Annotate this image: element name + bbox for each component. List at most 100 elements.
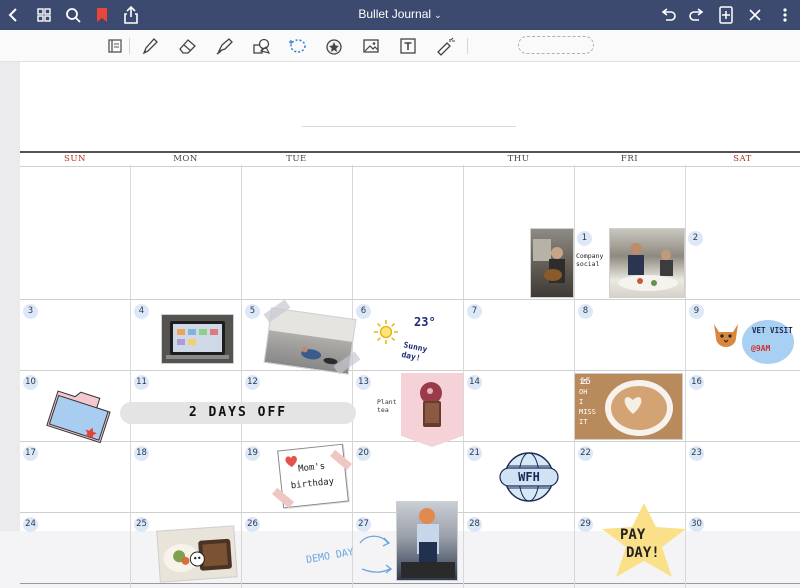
latte-note-line: IT bbox=[579, 418, 588, 426]
day-number: 5 bbox=[245, 304, 260, 319]
day-number: 11 bbox=[134, 375, 149, 390]
day-number: 26 bbox=[245, 517, 260, 532]
day-header-sun: SUN bbox=[64, 154, 86, 164]
latte-note-line: MISS bbox=[579, 408, 596, 416]
wfh-globe-sticker[interactable]: WFH bbox=[498, 451, 560, 503]
day-number: 8 bbox=[578, 304, 593, 319]
grid-line bbox=[20, 583, 800, 584]
drawing-toolbar bbox=[0, 30, 800, 62]
day-number: 24 bbox=[23, 517, 38, 532]
sun-icon[interactable] bbox=[373, 319, 399, 345]
day-number: 17 bbox=[23, 446, 38, 461]
grid-line bbox=[352, 165, 353, 588]
latte-note-line: I bbox=[579, 398, 584, 406]
grid-line bbox=[130, 165, 131, 588]
demo-day-photo-sticker[interactable] bbox=[396, 501, 458, 581]
pay-day-star-sticker[interactable]: PAY DAY! bbox=[596, 501, 692, 581]
document-title[interactable]: Bullet Journal ⌄ bbox=[340, 7, 460, 21]
day-header-sat: SAT bbox=[733, 154, 752, 164]
photo-sticker[interactable] bbox=[609, 228, 685, 298]
page-margin bbox=[0, 62, 20, 531]
vet-time-label: @9AM bbox=[751, 344, 771, 353]
grid-line bbox=[20, 370, 800, 371]
highlighter-icon[interactable] bbox=[213, 36, 235, 56]
pay-day-line: DAY! bbox=[626, 545, 660, 561]
day-number: 10 bbox=[23, 375, 38, 390]
document-title-text: Bullet Journal bbox=[358, 7, 432, 21]
photo-sticker[interactable] bbox=[530, 228, 574, 298]
arrow-doodle bbox=[359, 535, 393, 574]
days-off-banner[interactable]: 2 DAYS OFF bbox=[120, 402, 356, 424]
elements-icon[interactable] bbox=[323, 36, 345, 56]
day-number: 14 bbox=[467, 375, 482, 390]
day-number: 25 bbox=[134, 517, 149, 532]
grid-line bbox=[20, 441, 800, 442]
grid-line bbox=[463, 165, 464, 588]
day-number: 1 bbox=[577, 231, 592, 246]
food-photo-sticker[interactable] bbox=[156, 525, 238, 583]
day-number: 4 bbox=[134, 304, 149, 319]
pay-day-line: PAY bbox=[620, 527, 646, 543]
lasso-icon[interactable] bbox=[286, 36, 308, 56]
page-layout-icon[interactable] bbox=[104, 36, 126, 56]
day-header-mon: MON bbox=[173, 154, 198, 164]
day-number: 20 bbox=[356, 446, 371, 461]
moms-birthday-line: Mom's bbox=[297, 461, 326, 475]
search-icon[interactable] bbox=[64, 5, 82, 25]
notebook-page[interactable]: SUN MON TUE THU FRI SAT 1 2 3 4 5 6 7 8 … bbox=[20, 62, 800, 588]
day-number: 16 bbox=[689, 375, 704, 390]
pen-icon[interactable] bbox=[139, 36, 161, 56]
sunny-day-note[interactable]: Sunny day! bbox=[400, 340, 451, 370]
cat-sticker[interactable] bbox=[710, 318, 742, 348]
add-page-icon[interactable] bbox=[717, 5, 735, 25]
demo-day-note[interactable]: DEMO DAY bbox=[305, 547, 354, 566]
grid-icon[interactable] bbox=[35, 5, 53, 25]
undo-icon[interactable] bbox=[658, 5, 678, 25]
laser-pointer-icon[interactable] bbox=[434, 36, 456, 56]
redo-icon[interactable] bbox=[687, 5, 707, 25]
share-icon[interactable] bbox=[122, 5, 140, 25]
day-number: 7 bbox=[467, 304, 482, 319]
toolbar-divider bbox=[129, 38, 130, 54]
day-header-wed bbox=[352, 154, 463, 166]
folder-sticker[interactable] bbox=[44, 381, 117, 447]
back-icon[interactable] bbox=[6, 5, 22, 25]
days-off-label: 2 DAYS OFF bbox=[188, 405, 288, 420]
day-number: 3 bbox=[23, 304, 38, 319]
close-icon[interactable] bbox=[746, 5, 764, 25]
day-number: 12 bbox=[245, 375, 260, 390]
day-number: 6 bbox=[356, 304, 371, 319]
image-icon[interactable] bbox=[360, 36, 382, 56]
day-number: 23 bbox=[689, 446, 704, 461]
selection-placeholder-pill[interactable] bbox=[518, 36, 594, 54]
more-icon[interactable] bbox=[776, 5, 794, 25]
grid-line bbox=[20, 299, 800, 300]
grid-line bbox=[20, 166, 800, 167]
day-number: 13 bbox=[356, 375, 371, 390]
day-header-thu: THU bbox=[507, 154, 530, 164]
plant-tea-note[interactable]: Plant tea bbox=[377, 398, 403, 414]
day-header-tue: TUE bbox=[286, 154, 307, 164]
day-number: 19 bbox=[245, 446, 260, 461]
grid-line bbox=[241, 165, 242, 588]
day-number: 22 bbox=[578, 446, 593, 461]
temperature-note[interactable]: 23° bbox=[414, 315, 436, 329]
top-navigation-bar: Bullet Journal ⌄ bbox=[0, 0, 800, 30]
toolbar-divider bbox=[467, 38, 468, 54]
day-number: 29 bbox=[578, 517, 593, 532]
wfh-label: WFH bbox=[518, 470, 540, 484]
text-box-icon[interactable] bbox=[397, 36, 419, 56]
bookmark-icon[interactable] bbox=[94, 5, 110, 25]
moms-birthday-line: birthday bbox=[290, 476, 335, 492]
title-line bbox=[302, 126, 516, 127]
shapes-icon[interactable] bbox=[250, 36, 272, 56]
photo-sticker[interactable] bbox=[161, 314, 234, 364]
eraser-icon[interactable] bbox=[176, 36, 198, 56]
day-header-fri: FRI bbox=[620, 154, 639, 164]
vet-visit-sticker[interactable]: VET VISIT @9AM bbox=[742, 320, 794, 364]
drink-photo-sticker[interactable] bbox=[401, 373, 463, 447]
vet-visit-label: VET VISIT bbox=[752, 326, 793, 335]
day-number: 18 bbox=[134, 446, 149, 461]
day-number: 2 bbox=[688, 231, 703, 246]
day-number: 28 bbox=[467, 517, 482, 532]
